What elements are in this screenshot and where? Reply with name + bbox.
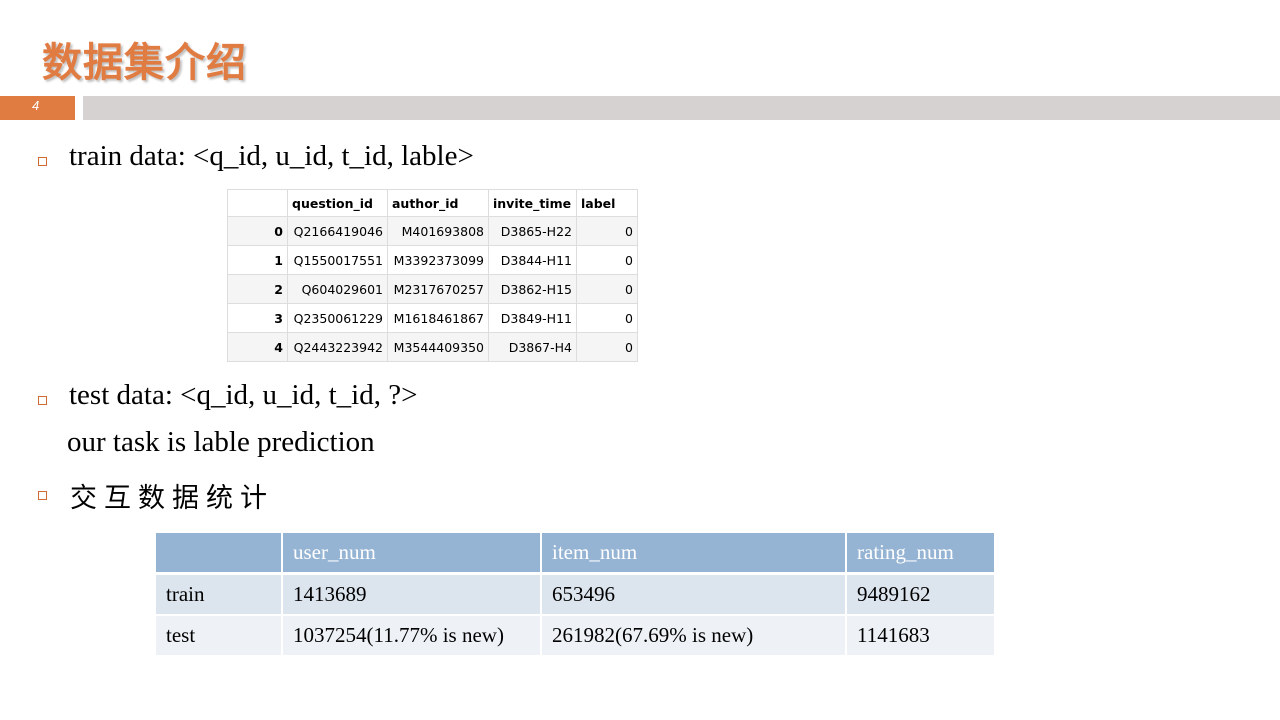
user-num-cell: 1037254(11.77% is new)	[282, 615, 542, 657]
row-index: 4	[227, 332, 288, 362]
author-id-cell: M3544409350	[387, 332, 489, 362]
rating-num-cell: 1141683	[846, 615, 996, 657]
table-row: 3 Q2350061229 M1618461867 D3849-H11 0	[227, 303, 638, 333]
question-id-cell: Q2443223942	[287, 332, 388, 362]
row-index: 3	[227, 303, 288, 333]
column-header	[156, 533, 283, 575]
table-row: train 1413689 653496 9489162	[156, 573, 996, 616]
bullet-test-data: test data: <q_id, u_id, t_id, ?>	[69, 379, 418, 411]
label-cell: 0	[576, 332, 638, 362]
question-id-cell: Q604029601	[287, 274, 388, 304]
column-header: rating_num	[846, 533, 996, 575]
row-index: 0	[227, 216, 288, 246]
table-row: 1 Q1550017551 M3392373099 D3844-H11 0	[227, 245, 638, 275]
user-num-cell: 1413689	[282, 573, 542, 616]
table-row: 4 Q2443223942 M3544409350 D3867-H4 0	[227, 332, 638, 362]
invite-time-cell: D3862-H15	[488, 274, 577, 304]
author-id-cell: M3392373099	[387, 245, 489, 275]
page-number-badge: 4	[0, 96, 75, 120]
author-id-cell: M401693808	[387, 216, 489, 246]
rating-num-cell: 9489162	[846, 573, 996, 616]
table-row: test 1037254(11.77% is new) 261982(67.69…	[156, 615, 996, 657]
stats-header-row: user_num item_num rating_num	[156, 533, 996, 575]
column-header: author_id	[387, 189, 489, 217]
row-index: 2	[227, 274, 288, 304]
row-index: 1	[227, 245, 288, 275]
label-cell: 0	[576, 274, 638, 304]
label-cell: 0	[576, 303, 638, 333]
column-header: user_num	[282, 533, 542, 575]
label-cell: 0	[576, 245, 638, 275]
column-header	[227, 189, 288, 217]
item-num-cell: 653496	[541, 573, 847, 616]
bullet-interaction-stats: 交互数据统计	[70, 483, 274, 514]
row-name: train	[156, 573, 283, 616]
task-description: our task is lable prediction	[67, 426, 375, 458]
train-table-header-row: question_id author_id invite_time label	[227, 189, 638, 217]
invite-time-cell: D3867-H4	[488, 332, 577, 362]
bullet-train-data: train data: <q_id, u_id, t_id, lable>	[69, 140, 474, 172]
title-divider-bar	[83, 96, 1280, 120]
column-header: invite_time	[488, 189, 577, 217]
interaction-stats-table: user_num item_num rating_num train 14136…	[156, 533, 996, 657]
invite-time-cell: D3844-H11	[488, 245, 577, 275]
author-id-cell: M1618461867	[387, 303, 489, 333]
question-id-cell: Q1550017551	[287, 245, 388, 275]
invite-time-cell: D3865-H22	[488, 216, 577, 246]
invite-time-cell: D3849-H11	[488, 303, 577, 333]
label-cell: 0	[576, 216, 638, 246]
column-header: item_num	[541, 533, 847, 575]
table-row: 2 Q604029601 M2317670257 D3862-H15 0	[227, 274, 638, 304]
column-header: label	[576, 189, 638, 217]
table-row: 0 Q2166419046 M401693808 D3865-H22 0	[227, 216, 638, 246]
slide-title: 数据集介绍	[42, 40, 247, 86]
row-name: test	[156, 615, 283, 657]
page-number: 4	[32, 98, 40, 113]
bullet-square-icon	[38, 157, 47, 166]
author-id-cell: M2317670257	[387, 274, 489, 304]
bullet-square-icon	[38, 491, 47, 500]
train-data-table: question_id author_id invite_time label …	[227, 189, 638, 362]
bullet-square-icon	[38, 396, 47, 405]
question-id-cell: Q2166419046	[287, 216, 388, 246]
column-header: question_id	[287, 189, 388, 217]
item-num-cell: 261982(67.69% is new)	[541, 615, 847, 657]
question-id-cell: Q2350061229	[287, 303, 388, 333]
